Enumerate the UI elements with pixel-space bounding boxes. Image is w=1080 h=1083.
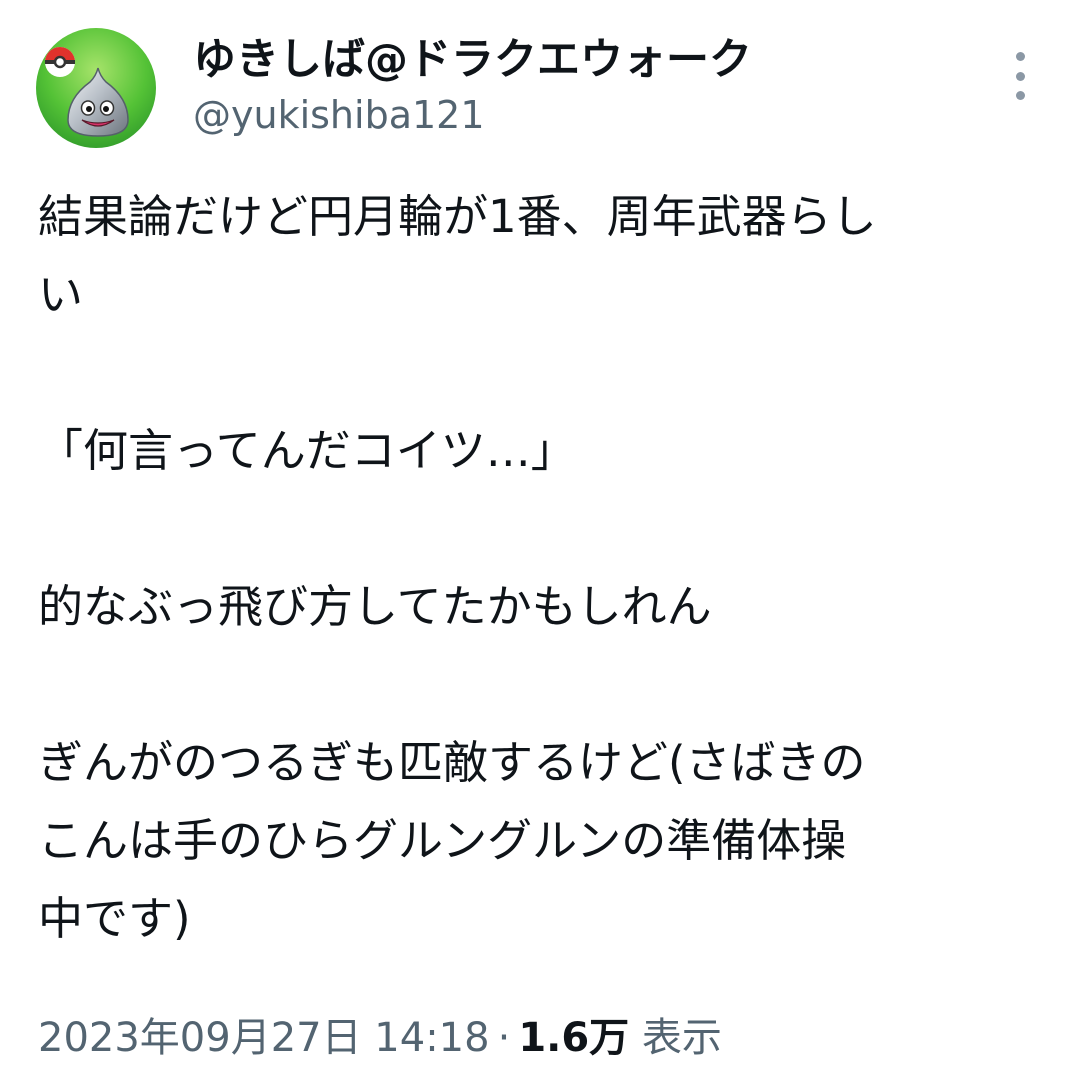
tweet-text-line: ぎんがのつるぎも匹敵するけど(さばきの xyxy=(38,736,866,789)
avatar[interactable] xyxy=(36,28,156,148)
more-dot-icon xyxy=(1015,52,1025,61)
views-count[interactable]: 1.6万 xyxy=(518,1015,629,1061)
tweet-text-line: 的なぶっ飛び方してたかもしれん xyxy=(38,580,712,633)
tweet-text-line: 「何言ってんだコイツ…」 xyxy=(38,424,576,477)
more-options-button[interactable] xyxy=(1000,52,1040,100)
tweet-meta: 2023年09月27日 14:18 · 1.6万 表示 xyxy=(38,1008,722,1068)
tweet-text-line: こんは手のひらグルングルンの準備体操 xyxy=(38,814,847,867)
display-name[interactable]: ゆきしば@ドラクエウォーク xyxy=(193,32,752,88)
views-label: 表示 xyxy=(641,1015,722,1061)
more-dot-icon xyxy=(1015,91,1025,100)
more-dot-icon xyxy=(1015,71,1025,81)
tweet-card: ゆきしば@ドラクエウォーク @yukishiba121 結果論だけど円月輪が1番… xyxy=(0,0,1080,1083)
meta-separator: · xyxy=(497,1015,511,1061)
tweet-timestamp[interactable]: 2023年09月27日 14:18 xyxy=(38,1015,490,1061)
tweet-text-line: 結果論だけど円月輪が1番、周年武器らし xyxy=(38,190,877,243)
tweet-text: 結果論だけど円月輪が1番、周年武器らし い 「何言ってんだコイツ…」 的なぶっ飛… xyxy=(38,178,1048,958)
author-info: ゆきしば@ドラクエウォーク @yukishiba121 xyxy=(193,32,752,140)
tweet-text-line: 中です) xyxy=(38,892,191,945)
user-handle[interactable]: @yukishiba121 xyxy=(193,90,752,140)
tweet-text-line: い xyxy=(38,268,84,321)
metal-slime-avatar-icon xyxy=(36,28,156,148)
